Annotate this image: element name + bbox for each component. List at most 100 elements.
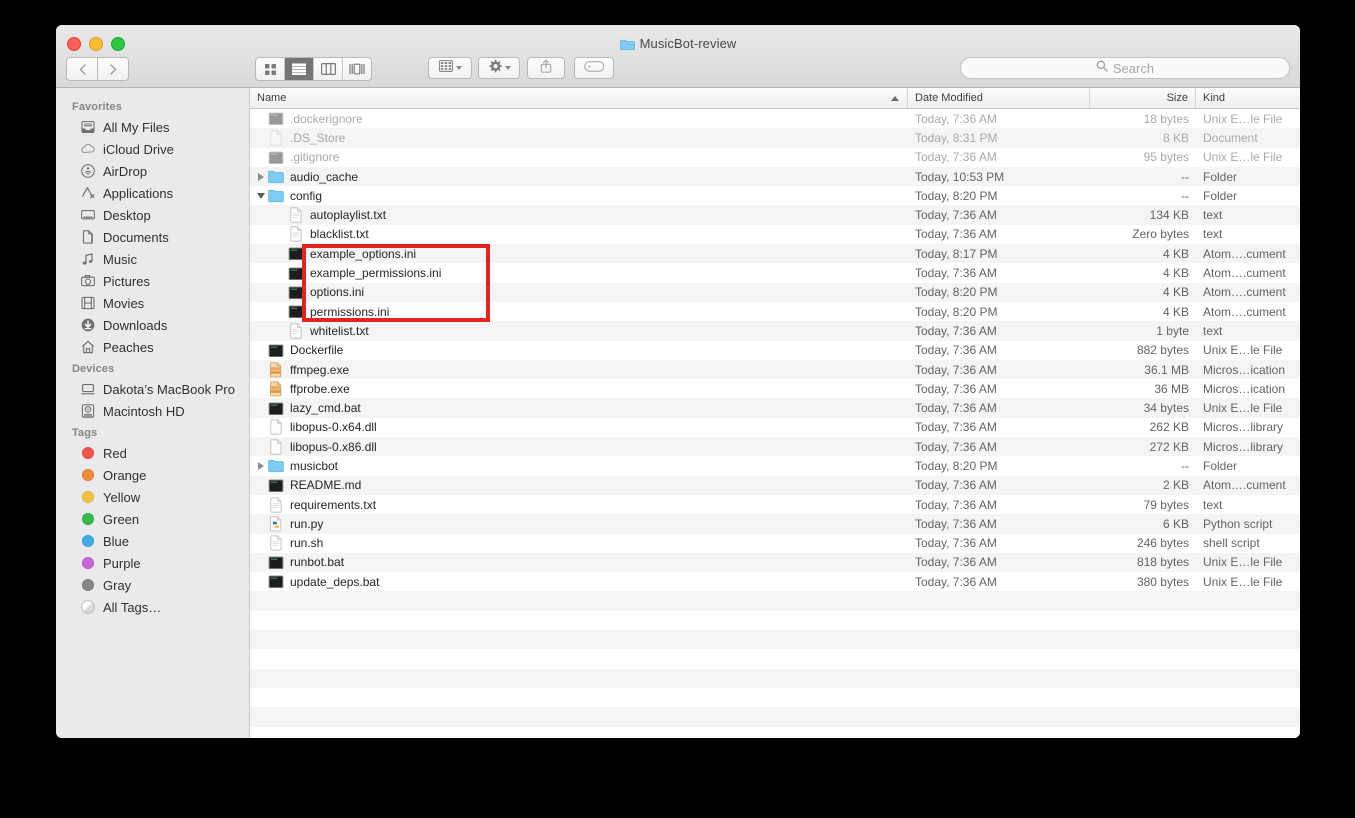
file-date-cell: Today, 8:20 PM bbox=[915, 188, 998, 203]
table-row[interactable]: Dockerfile Today, 7:36 AM 882 bytes Unix E…… bbox=[250, 341, 1300, 360]
sidebar-item-airdrop[interactable]: AirDrop bbox=[56, 160, 249, 182]
table-row[interactable]: whitelist.txt Today, 7:36 AM 1 byte text bbox=[250, 321, 1300, 341]
table-row[interactable]: example_permissions.ini Today, 7:36 AM 4 K… bbox=[250, 263, 1300, 282]
disclosure-triangle-expanded-icon[interactable] bbox=[254, 186, 268, 205]
table-row[interactable]: README.md Today, 7:36 AM 2 KB Atom….cument bbox=[250, 475, 1300, 495]
file-name-label: .dockerignore bbox=[290, 111, 363, 126]
table-row[interactable]: runbot.bat Today, 7:36 AM 818 bytes Unix E…… bbox=[250, 552, 1300, 573]
table-row[interactable]: .dockerignore Today, 7:36 AM 18 bytes Unix … bbox=[250, 109, 1300, 128]
table-row[interactable]: ffprobe.exe Today, 7:36 AM 36 MB Micros…ica… bbox=[250, 379, 1300, 398]
column-view-button[interactable] bbox=[314, 58, 343, 80]
file-size-cell: Zero bytes bbox=[1132, 227, 1189, 242]
sidebar-item-documents[interactable]: Documents bbox=[56, 226, 249, 248]
column-header-size[interactable]: Size bbox=[1090, 88, 1196, 108]
table-row[interactable]: permissions.ini Today, 8:20 PM 4 KB Atom….c… bbox=[250, 302, 1300, 321]
sidebar-item-pictures[interactable]: Pictures bbox=[56, 270, 249, 292]
file-name-label: libopus-0.x86.dll bbox=[290, 439, 377, 454]
all-tags-icon bbox=[80, 599, 96, 615]
file-name-label: .DS_Store bbox=[290, 130, 346, 145]
list-view-button[interactable] bbox=[285, 58, 314, 80]
sidebar-item-purple[interactable]: Purple bbox=[56, 552, 249, 574]
empty-row bbox=[250, 707, 1300, 727]
file-name-cell: whitelist.txt bbox=[250, 321, 908, 340]
table-row[interactable]: requirements.txt Today, 7:36 AM 79 bytes te… bbox=[250, 495, 1300, 514]
file-kind-cell: Unix E…le File bbox=[1203, 111, 1283, 126]
file-name-label: blacklist.txt bbox=[310, 227, 369, 242]
edit-tags-button[interactable] bbox=[574, 57, 614, 79]
laptop-icon bbox=[80, 381, 96, 397]
airdrop-icon bbox=[80, 163, 96, 179]
file-size-cell: 4 KB bbox=[1162, 285, 1189, 300]
file-kind-cell: Python script bbox=[1203, 516, 1273, 531]
sidebar-item-gray[interactable]: Gray bbox=[56, 574, 249, 596]
sidebar-item-all-tags[interactable]: All Tags… bbox=[56, 596, 249, 618]
file-size-cell: 1 byte bbox=[1156, 323, 1189, 338]
sidebar-item-applications[interactable]: Applications bbox=[56, 182, 249, 204]
sidebar-item-label: Music bbox=[103, 251, 137, 267]
gallery-view-button[interactable] bbox=[343, 58, 371, 80]
file-name-label: ffprobe.exe bbox=[290, 381, 350, 396]
arrange-by-button[interactable] bbox=[428, 57, 472, 79]
back-button[interactable] bbox=[66, 57, 98, 81]
table-row[interactable]: musicbot Today, 8:20 PM -- Folder bbox=[250, 456, 1300, 475]
disclosure-triangle-collapsed-icon[interactable] bbox=[254, 167, 268, 186]
table-row[interactable]: autoplaylist.txt Today, 7:36 AM 134 KB text bbox=[250, 205, 1300, 225]
sidebar-item-icloud-drive[interactable]: iCloud Drive bbox=[56, 138, 249, 160]
file-date-cell: Today, 7:36 AM bbox=[915, 401, 997, 416]
table-row[interactable]: config Today, 8:20 PM -- Folder bbox=[250, 186, 1300, 205]
table-row[interactable]: ffmpeg.exe Today, 7:36 AM 36.1 MB Micros…ic… bbox=[250, 359, 1300, 380]
sidebar-item-red[interactable]: Red bbox=[56, 442, 249, 464]
sidebar-item-peaches[interactable]: Peaches bbox=[56, 336, 249, 358]
search-input[interactable]: Search bbox=[960, 57, 1290, 79]
share-button[interactable] bbox=[527, 57, 565, 79]
sidebar-item-movies[interactable]: Movies bbox=[56, 292, 249, 314]
blank-document-icon bbox=[268, 419, 284, 435]
table-row[interactable]: options.ini Today, 8:20 PM 4 KB Atom….cumen… bbox=[250, 282, 1300, 302]
column-header-date-label: Date Modified bbox=[915, 92, 983, 104]
home-icon bbox=[80, 339, 96, 355]
table-row[interactable]: libopus-0.x64.dll Today, 7:36 AM 262 KB Mic… bbox=[250, 418, 1300, 437]
action-menu-button[interactable] bbox=[478, 57, 520, 79]
sidebar-item-dakota-s-macbook-pro[interactable]: Dakota’s MacBook Pro bbox=[56, 378, 249, 400]
sidebar-item-all-my-files[interactable]: All My Files bbox=[56, 116, 249, 138]
sidebar-item-orange[interactable]: Orange bbox=[56, 464, 249, 486]
column-header-name[interactable]: Name bbox=[250, 88, 908, 108]
sidebar-item-green[interactable]: Green bbox=[56, 508, 249, 530]
file-kind-cell: Atom….cument bbox=[1203, 246, 1286, 261]
file-kind-cell: text bbox=[1203, 323, 1223, 338]
sidebar-item-downloads[interactable]: Downloads bbox=[56, 314, 249, 336]
icloud-icon bbox=[80, 141, 96, 157]
sidebar-item-macintosh-hd[interactable]: Macintosh HD bbox=[56, 400, 249, 422]
table-row[interactable]: update_deps.bat Today, 7:36 AM 380 bytes Un… bbox=[250, 572, 1300, 591]
sidebar-item-music[interactable]: Music bbox=[56, 248, 249, 270]
tag-icon bbox=[584, 59, 605, 77]
file-date-cell: Today, 8:20 PM bbox=[915, 458, 998, 473]
file-size-cell: -- bbox=[1181, 458, 1189, 473]
atom-document-icon bbox=[268, 111, 284, 127]
sidebar-item-desktop[interactable]: Desktop bbox=[56, 204, 249, 226]
table-row[interactable]: lazy_cmd.bat Today, 7:36 AM 34 bytes Unix E… bbox=[250, 398, 1300, 418]
tag-dot-icon bbox=[80, 489, 96, 505]
column-header-date-modified[interactable]: Date Modified bbox=[908, 88, 1090, 108]
table-row[interactable]: example_options.ini Today, 8:17 PM 4 KB Ato… bbox=[250, 244, 1300, 264]
table-row[interactable]: libopus-0.x86.dll Today, 7:36 AM 272 KB Mic… bbox=[250, 437, 1300, 457]
forward-button[interactable] bbox=[98, 57, 129, 81]
table-row[interactable]: blacklist.txt Today, 7:36 AM Zero bytes tex… bbox=[250, 225, 1300, 244]
disclosure-triangle-collapsed-icon[interactable] bbox=[254, 456, 268, 475]
table-row[interactable]: run.sh Today, 7:36 AM 246 bytes shell scrip… bbox=[250, 534, 1300, 553]
icon-view-button[interactable] bbox=[256, 58, 285, 80]
gear-icon bbox=[488, 59, 502, 78]
table-row[interactable]: .gitignore Today, 7:36 AM 95 bytes Unix E…l… bbox=[250, 148, 1300, 167]
column-header-kind[interactable]: Kind bbox=[1196, 88, 1299, 108]
sidebar-item-yellow[interactable]: Yellow bbox=[56, 486, 249, 508]
file-name-label: config bbox=[290, 188, 323, 203]
table-row[interactable]: audio_cache Today, 10:53 PM -- Folder bbox=[250, 166, 1300, 187]
sidebar-item-blue[interactable]: Blue bbox=[56, 530, 249, 552]
table-row[interactable]: run.py Today, 7:36 AM 6 KB Python script bbox=[250, 514, 1300, 534]
table-row[interactable]: .DS_Store Today, 8:31 PM 8 KB Document bbox=[250, 128, 1300, 148]
share-icon bbox=[540, 58, 552, 78]
file-size-cell: 134 KB bbox=[1149, 208, 1189, 223]
